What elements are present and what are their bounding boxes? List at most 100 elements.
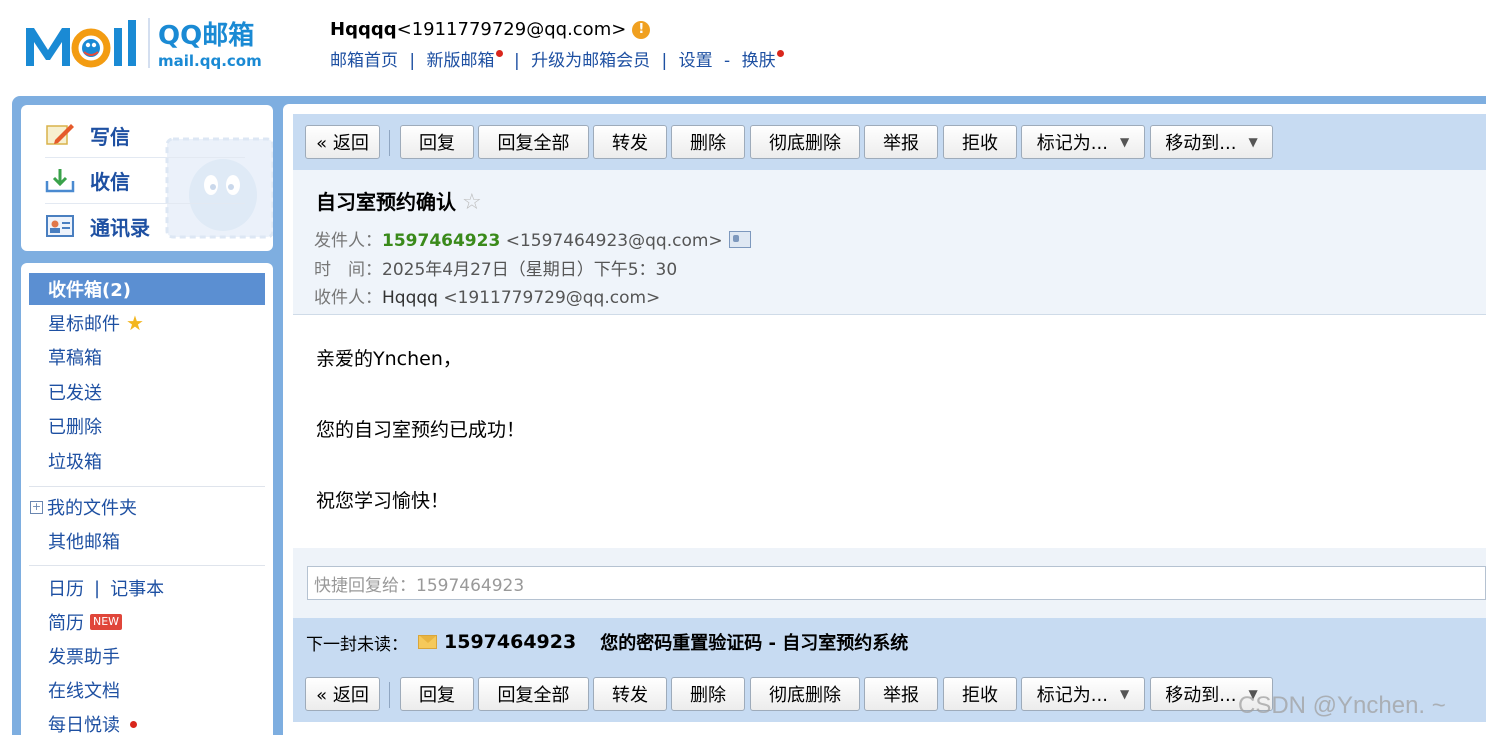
link-upgrade-vip[interactable]: 升级为邮箱会员: [531, 51, 650, 71]
link-new-version[interactable]: 新版邮箱: [427, 51, 495, 71]
daily-reading-link[interactable]: 每日悦读: [29, 708, 265, 735]
daily-reading-label: 每日悦读: [48, 715, 120, 735]
time-value: 2025年4月27日（星期日）下午5：30: [382, 260, 678, 280]
reply-all-button[interactable]: 回复全部: [478, 125, 589, 159]
next-unread-subject[interactable]: 您的密码重置验证码 - 自习室预约系统: [600, 629, 908, 655]
sender-row: 发件人：1597464923 <1597464923@qq.com>: [314, 226, 751, 251]
sender-address: <1597464923@qq.com>: [505, 231, 723, 251]
mail-read-pane: « 返回 回复 回复全部 转发 删除 彻底删除 举报 拒收 标记为... ▼ 移动…: [283, 104, 1486, 735]
move-to-dropdown[interactable]: 移动到... ▼: [1150, 125, 1273, 159]
resume-link[interactable]: 简历 NEW: [29, 606, 265, 638]
unread-dot-icon: [130, 720, 137, 728]
mail-subject: 自习室预约确认 ☆: [316, 186, 482, 215]
delete-button[interactable]: 删除: [671, 677, 745, 711]
mail-body-line: 亲爱的Ynchen，: [316, 348, 462, 370]
folder-starred[interactable]: 星标邮件 ★: [29, 307, 265, 339]
folder-sent[interactable]: 已发送: [29, 376, 265, 408]
divider: [29, 486, 265, 487]
time-label: 时 间：: [314, 260, 382, 280]
recipient-name[interactable]: Hqqqq: [382, 288, 438, 308]
logo-subtext: mail.qq.com: [158, 52, 262, 70]
top-nav: 邮箱首页 | 新版邮箱 | 升级为邮箱会员 | 设置 - 换肤: [330, 46, 784, 71]
nav-separator: |: [513, 51, 520, 71]
other-mailboxes[interactable]: 其他邮箱: [29, 525, 265, 557]
reply-button[interactable]: 回复: [400, 677, 474, 711]
calendar-link[interactable]: 日历: [48, 575, 84, 601]
reply-button[interactable]: 回复: [400, 125, 474, 159]
reject-button[interactable]: 拒收: [943, 125, 1017, 159]
user-email: <1911779729@qq.com>: [396, 19, 627, 40]
chevron-down-icon: ▼: [1119, 135, 1130, 149]
next-unread-label: 下一封未读：: [306, 634, 408, 655]
compose-button[interactable]: 写信: [45, 113, 245, 157]
contacts-button[interactable]: 通讯录: [45, 204, 245, 248]
forward-button[interactable]: 转发: [593, 125, 667, 159]
quick-reply-input[interactable]: 快捷回复给：1597464923: [307, 566, 1486, 600]
compose-icon: [46, 124, 74, 145]
forward-button[interactable]: 转发: [593, 677, 667, 711]
delete-permanently-button[interactable]: 彻底删除: [750, 125, 860, 159]
star-icon: ★: [126, 311, 144, 335]
link-change-skin[interactable]: 换肤: [742, 51, 776, 71]
report-button[interactable]: 举报: [864, 677, 938, 711]
toolbar-separator: [389, 682, 390, 708]
delete-button[interactable]: 删除: [671, 125, 745, 159]
sender-label: 发件人：: [314, 231, 382, 251]
notes-link[interactable]: 记事本: [110, 575, 164, 601]
watermark: CSDN @Ynchen. ~: [1238, 692, 1446, 719]
nav-separator: |: [94, 577, 101, 599]
quick-reply-zone: 快捷回复给：1597464923: [293, 548, 1486, 620]
invoice-helper-link[interactable]: 发票助手: [29, 640, 265, 672]
mail-body-line: 您的自习室预约已成功！: [316, 419, 526, 441]
time-row: 时 间：2025年4月27日（星期日）下午5：30: [314, 255, 677, 280]
sender-name[interactable]: 1597464923: [382, 231, 500, 251]
mark-as-dropdown[interactable]: 标记为... ▼: [1021, 677, 1145, 711]
delete-permanently-button[interactable]: 彻底删除: [750, 677, 860, 711]
chevron-down-icon: ▼: [1119, 687, 1130, 701]
move-to-label: 移动到...: [1165, 685, 1237, 706]
folder-deleted[interactable]: 已删除: [29, 410, 265, 442]
online-docs-link[interactable]: 在线文档: [29, 674, 265, 706]
folder-drafts[interactable]: 草稿箱: [29, 341, 265, 373]
online-docs-label: 在线文档: [48, 681, 120, 702]
folder-spam[interactable]: 垃圾箱: [29, 445, 265, 477]
folder-inbox[interactable]: 收件箱(2): [29, 273, 265, 305]
folder-drafts-label: 草稿箱: [48, 348, 102, 369]
link-mail-home[interactable]: 邮箱首页: [330, 51, 398, 71]
report-button[interactable]: 举报: [864, 125, 938, 159]
toolbar-top: « 返回 回复 回复全部 转发 删除 彻底删除 举报 拒收 标记为... ▼ 移动…: [293, 114, 1486, 170]
contact-card-icon[interactable]: [728, 231, 751, 248]
expand-plus-icon[interactable]: +: [30, 500, 43, 514]
move-to-label: 移动到...: [1165, 133, 1237, 154]
folder-sent-label: 已发送: [48, 383, 102, 404]
folder-sidebar: 收件箱(2) 星标邮件 ★ 草稿箱 已发送 已删除 垃圾箱 + 我的文件夹 其他…: [21, 263, 273, 735]
new-badge: NEW: [90, 614, 123, 630]
back-button[interactable]: « 返回: [305, 125, 380, 159]
link-settings[interactable]: 设置: [679, 51, 713, 71]
user-identity: Hqqqq<1911779729@qq.com>!: [330, 19, 651, 40]
header: QQ邮箱 mail.qq.com Hqqqq<1911779729@qq.com…: [0, 0, 1486, 96]
reply-all-button[interactable]: 回复全部: [478, 677, 589, 711]
back-button[interactable]: « 返回: [305, 677, 380, 711]
my-folders[interactable]: + 我的文件夹: [29, 491, 265, 523]
mark-as-label: 标记为...: [1036, 685, 1108, 706]
next-unread-sender[interactable]: 1597464923: [444, 631, 576, 653]
contacts-card-icon: [46, 215, 74, 237]
recipient-address: <1911779729@qq.com>: [443, 288, 661, 308]
folder-spam-label: 垃圾箱: [48, 452, 102, 473]
folder-inbox-label: 收件箱(2): [48, 280, 131, 301]
mail-header: 自习室预约确认 ☆ 发件人：1597464923 <1597464923@qq.c…: [293, 170, 1486, 315]
reject-button[interactable]: 拒收: [943, 677, 1017, 711]
quick-actions-panel: 写信 收信 通讯录: [21, 105, 273, 251]
invoice-helper-label: 发票助手: [48, 647, 120, 668]
subject-text: 自习室预约确认: [316, 190, 456, 214]
qq-mail-logo[interactable]: QQ邮箱 mail.qq.com: [24, 14, 304, 74]
resume-label: 简历: [48, 613, 84, 634]
receive-button[interactable]: 收信: [45, 158, 245, 202]
envelope-icon: [418, 635, 437, 649]
folder-deleted-label: 已删除: [48, 417, 102, 438]
warning-icon[interactable]: !: [632, 21, 651, 39]
mark-as-dropdown[interactable]: 标记为... ▼: [1021, 125, 1145, 159]
user-name: Hqqqq: [330, 19, 397, 40]
star-outline-icon[interactable]: ☆: [462, 190, 482, 215]
